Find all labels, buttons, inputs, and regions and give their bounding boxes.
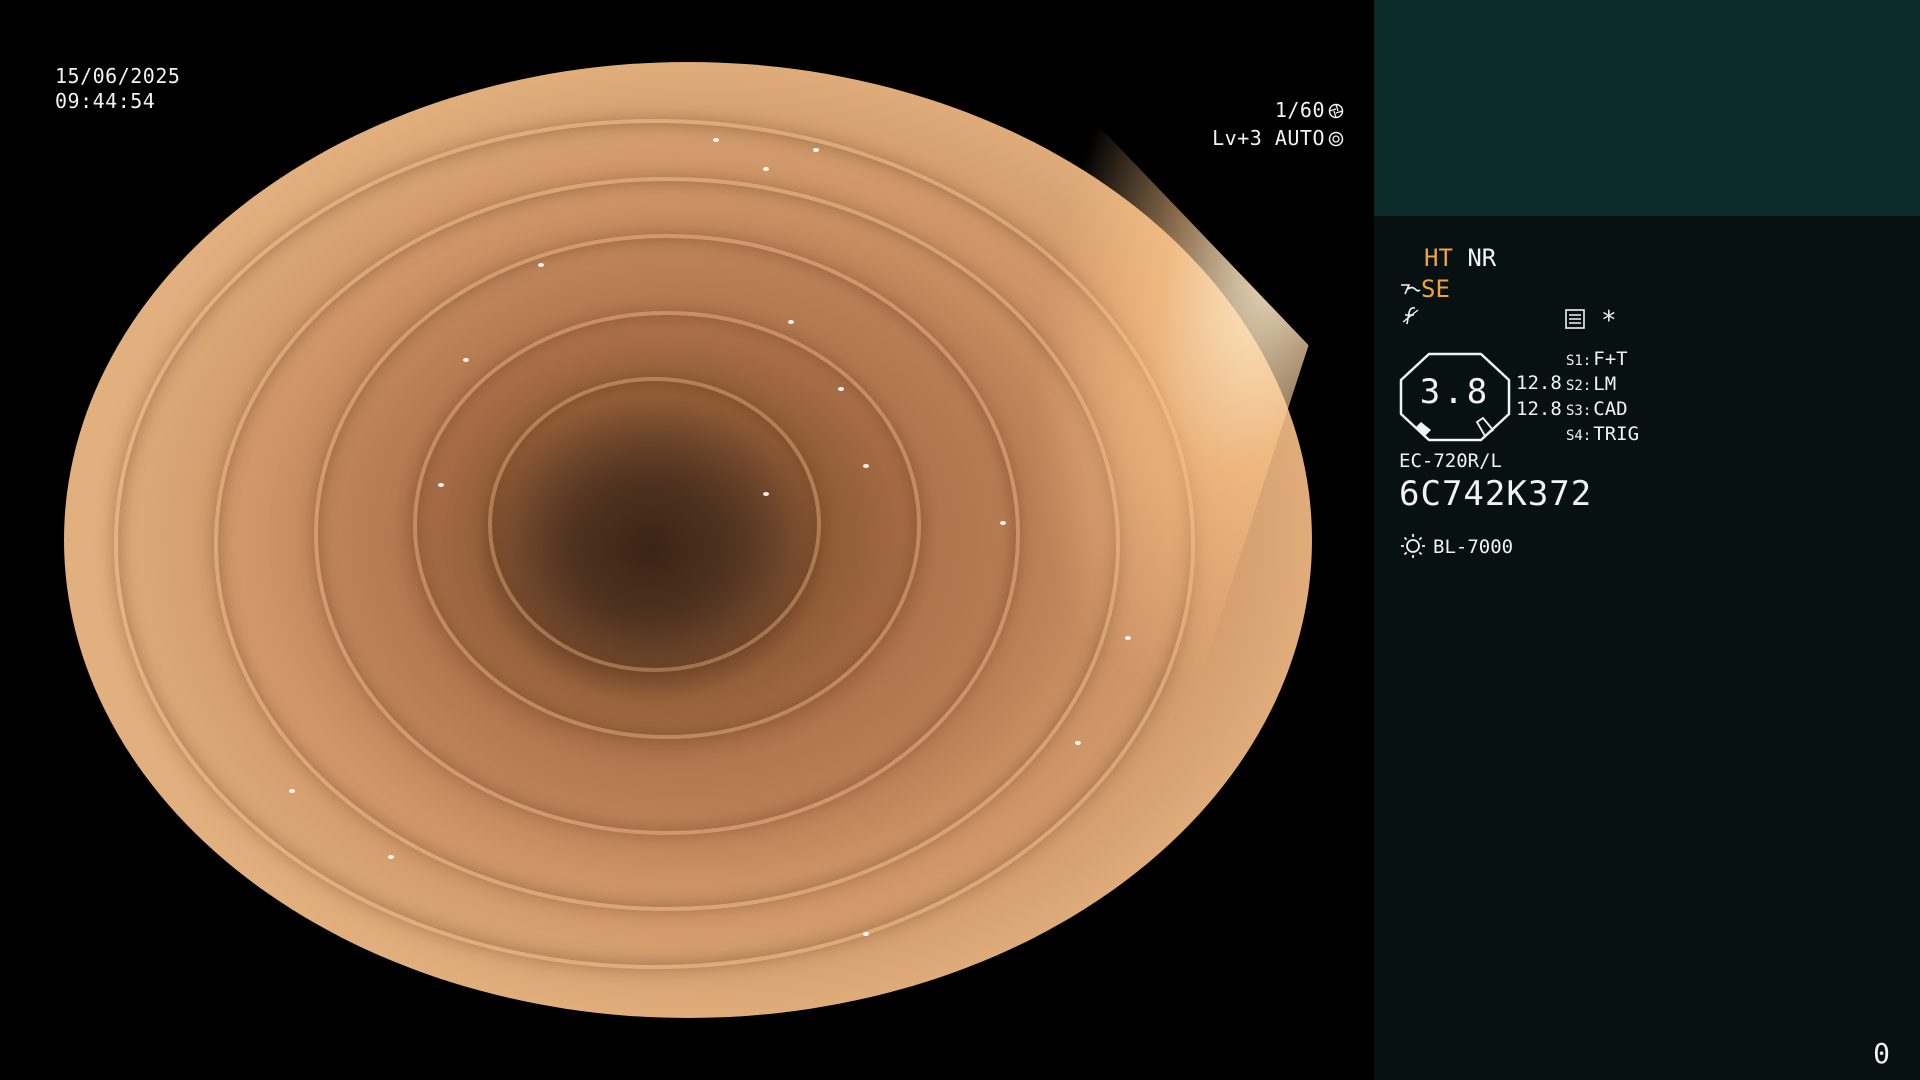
specular-highlight (787, 320, 794, 325)
mode-indicator-row: HT NR (1424, 243, 1496, 273)
scope-model: EC-720R/L (1399, 450, 1502, 472)
light-source-text: BL-7000 (1433, 536, 1514, 558)
specular-highlight (812, 148, 819, 153)
switch-value: CAD (1593, 398, 1628, 420)
date-time-display: 15/06/2025 09:44:54 (55, 64, 180, 114)
shutter-text: 1/60 (1274, 98, 1325, 122)
date-text: 15/06/2025 (55, 64, 181, 88)
specular-highlight (1000, 520, 1006, 525)
specular-highlight (538, 262, 545, 267)
enhance-icon (1401, 284, 1421, 295)
light-source-row: BL-7000 (1399, 532, 1513, 560)
switch-value: LM (1593, 373, 1617, 395)
shutter-speed: 1/60 (1275, 98, 1344, 123)
switch-row-s4: S4: TRIG (1566, 422, 1639, 449)
nr-indicator: NR (1467, 244, 1497, 272)
aperture-icon (1328, 103, 1344, 119)
value-bottom: 12.8 (1516, 398, 1562, 420)
switch-row-s3: S3: CAD (1566, 397, 1628, 424)
f-indicator-row (1401, 304, 1421, 334)
specular-highlight (862, 931, 869, 936)
light-source-icon (1401, 534, 1425, 558)
specular-highlight (837, 387, 844, 392)
specular-highlight (438, 482, 445, 487)
endoscope-video: 15/06/2025 09:44:54 1/60 Lv+3 AUTO (0, 0, 1374, 1080)
se-indicator-row: SE (1399, 274, 1450, 304)
iris-icon (1328, 131, 1344, 147)
ht-indicator: HT (1424, 244, 1453, 272)
scope-serial: 6C742K372 (1399, 474, 1593, 514)
switch-row-s2: S2: LM (1566, 372, 1616, 399)
value-top: 12.8 (1516, 372, 1562, 394)
frame-counter: 0 (1873, 1037, 1890, 1070)
specular-highlight (1074, 740, 1081, 745)
specular-highlight (862, 463, 869, 468)
switch-row-s1: S1: F+T (1566, 347, 1628, 374)
switch-label: S1: (1566, 353, 1592, 369)
mucosal-fold (488, 377, 821, 673)
iris-level: Lv+3 AUTO (1212, 126, 1344, 151)
asterisk-indicator: * (1601, 306, 1617, 336)
gauge-value: 3.8 (1419, 372, 1491, 412)
endoscopic-image (64, 62, 1312, 1018)
level-text: Lv+3 AUTO (1212, 126, 1325, 150)
f-slash-icon (1402, 307, 1419, 325)
switch-label: S2: (1566, 378, 1592, 394)
switch-label: S4: (1566, 428, 1592, 444)
menu-list-icon (1565, 309, 1585, 329)
time-text: 09:44:54 (55, 89, 156, 113)
switch-value: F+T (1593, 348, 1628, 370)
panel-header-area (1374, 0, 1920, 216)
switch-label: S3: (1566, 403, 1592, 419)
specular-highlight (1124, 635, 1131, 640)
se-indicator: SE (1421, 275, 1450, 303)
specular-highlight (288, 788, 295, 793)
switch-value: TRIG (1593, 423, 1640, 445)
